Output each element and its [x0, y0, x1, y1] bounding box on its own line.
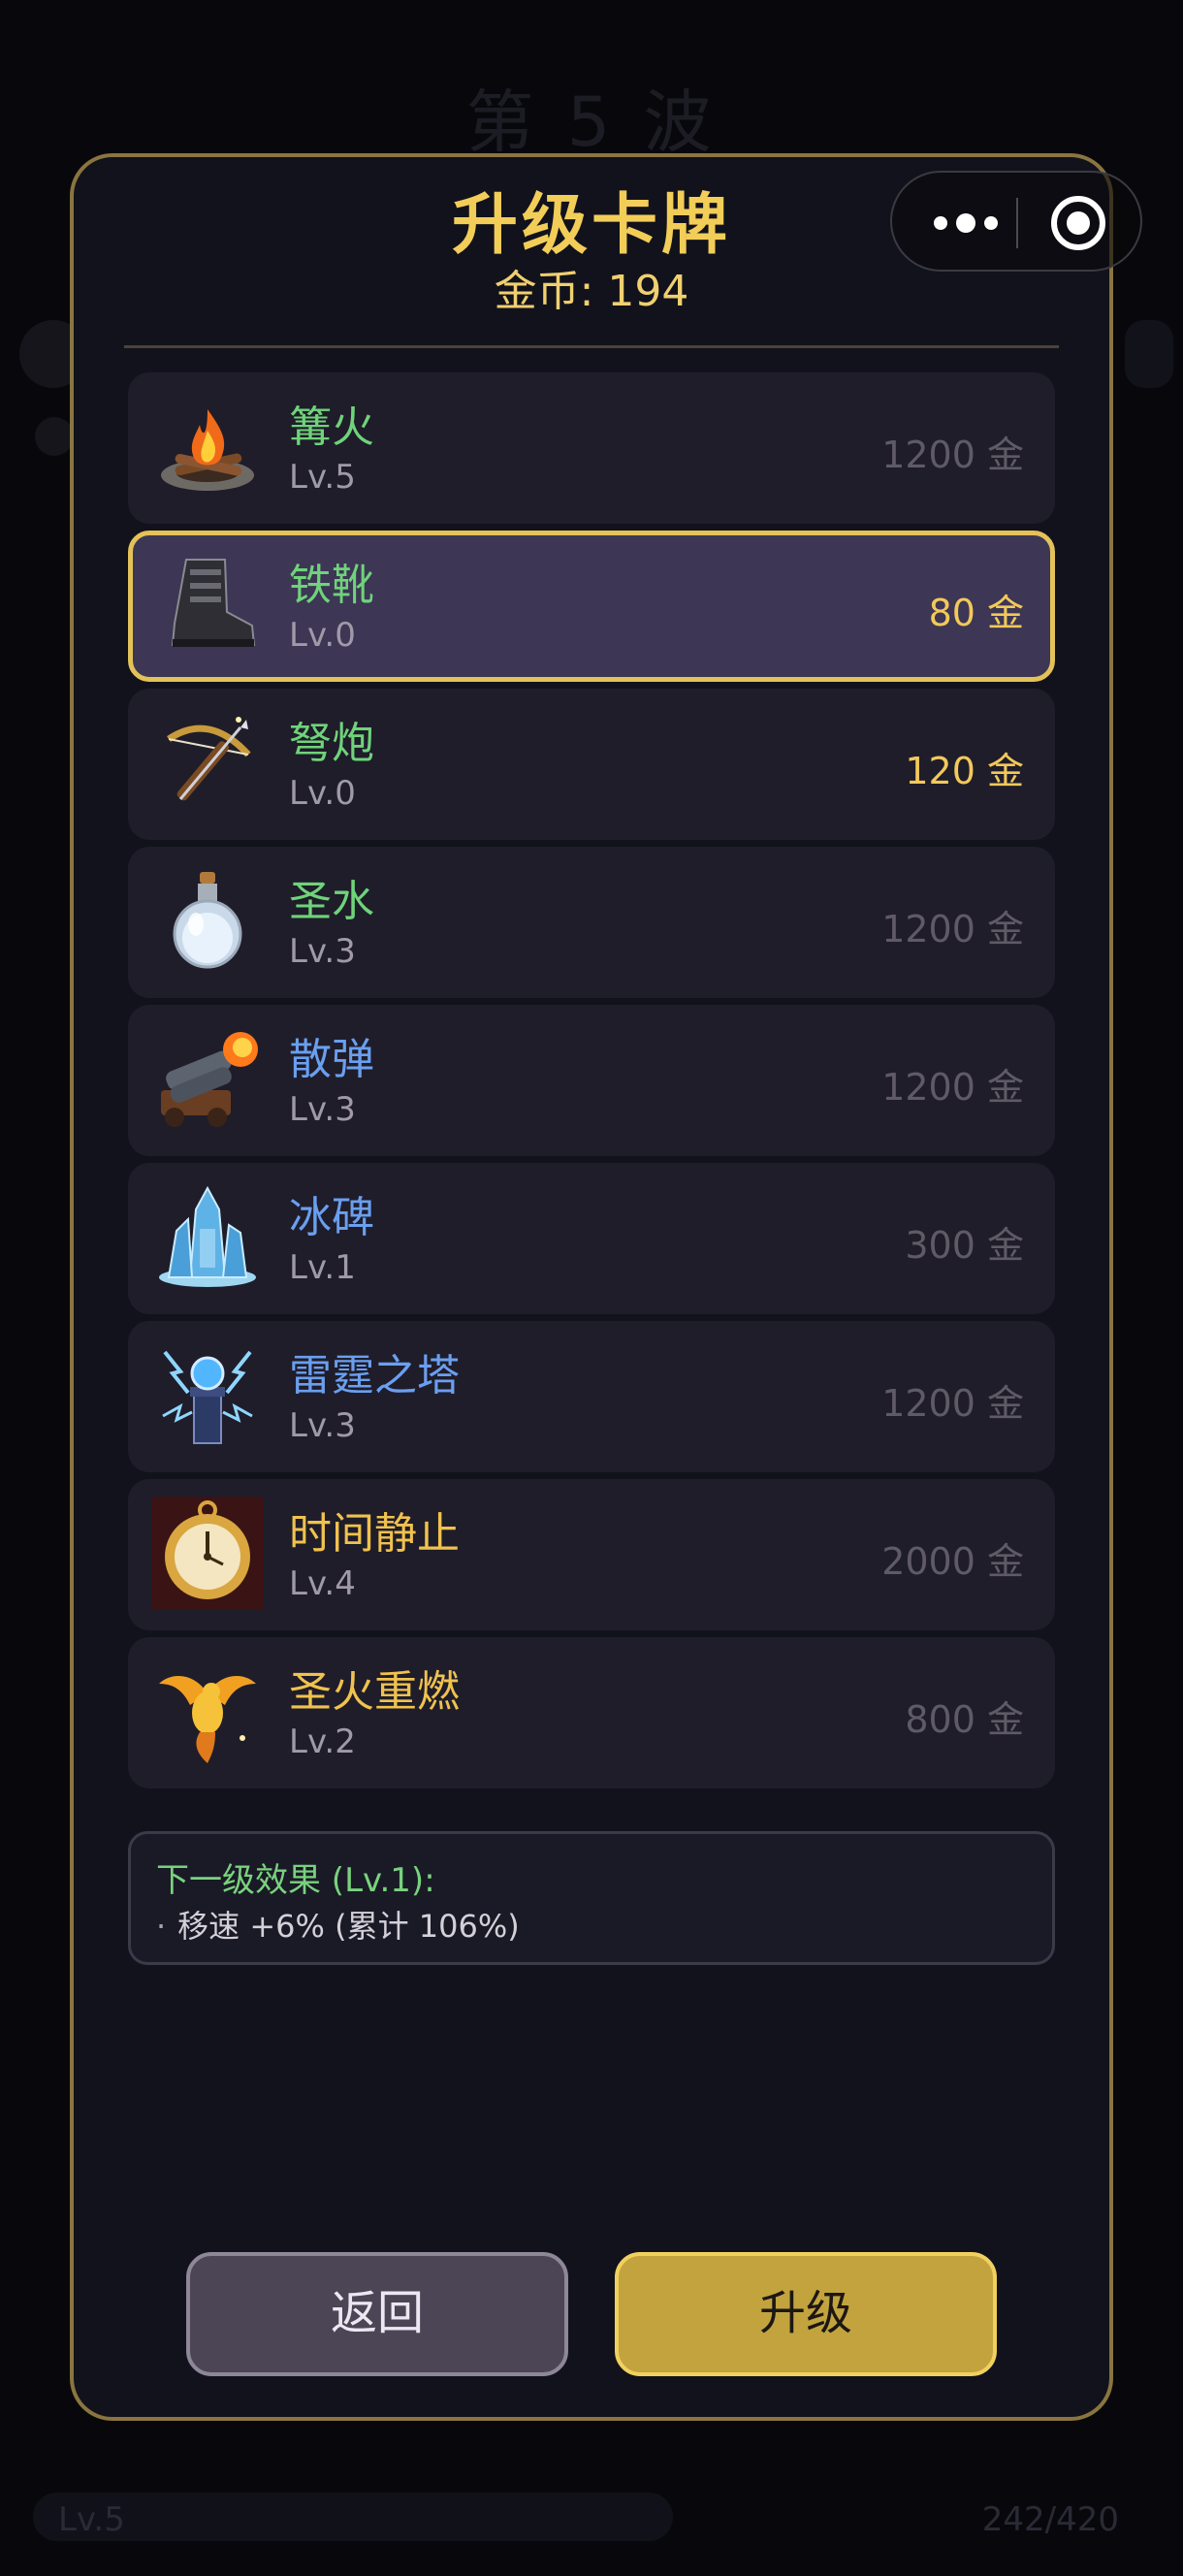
card-level: Lv.0 [289, 616, 356, 655]
upgrade-card[interactable]: 冰碑 Lv.1 300 金 [128, 1163, 1055, 1314]
player-level: Lv.5 [58, 2500, 125, 2539]
capsule-divider [1016, 198, 1018, 248]
xp-bar [33, 2493, 673, 2541]
upgrade-card[interactable]: 时间静止 Lv.4 2000 金 [128, 1479, 1055, 1630]
upgrade-card[interactable]: 铁靴 Lv.0 80 金 [128, 531, 1055, 682]
card-name: 铁靴 [289, 561, 374, 610]
upgrade-card[interactable]: 圣火重燃 Lv.2 800 金 [128, 1637, 1055, 1788]
card-price: 1200 金 [881, 1066, 1024, 1109]
card-price: 1200 金 [881, 434, 1024, 476]
card-price: 1200 金 [881, 908, 1024, 950]
iron-boots-icon [151, 548, 264, 660]
pocket-watch-icon [151, 1497, 264, 1609]
campfire-icon [151, 390, 264, 502]
coin-value: 194 [607, 267, 689, 316]
effect-text: 移速 +6% (累计 106%) [177, 1908, 520, 1945]
card-name: 圣水 [289, 877, 374, 926]
holy-water-icon [151, 864, 264, 977]
effect-title: 下一级效果 (Lv.1): [156, 1861, 435, 1900]
card-level: Lv.5 [289, 458, 356, 497]
ice-monument-icon [151, 1180, 264, 1293]
upgrade-card[interactable]: 散弹 Lv.3 1200 金 [128, 1005, 1055, 1156]
card-price: 300 金 [905, 1224, 1024, 1267]
card-name: 冰碑 [289, 1193, 374, 1242]
card-price: 800 金 [905, 1698, 1024, 1741]
card-level: Lv.2 [289, 1723, 356, 1761]
upgrade-card[interactable]: 雷霆之塔 Lv.3 1200 金 [128, 1321, 1055, 1472]
card-name: 时间静止 [289, 1509, 460, 1559]
xp-text: 242/420 [981, 2500, 1119, 2539]
card-level: Lv.0 [289, 774, 356, 813]
close-miniprogram-icon[interactable] [1049, 194, 1107, 252]
card-price: 80 金 [928, 592, 1024, 634]
card-price: 2000 金 [881, 1540, 1024, 1583]
effect-line: · 移速 +6% (累计 106%) [156, 1902, 520, 1947]
back-button[interactable]: 返回 [186, 2252, 568, 2376]
card-name: 圣火重燃 [289, 1667, 460, 1717]
miniprogram-capsule [890, 171, 1142, 272]
coin-label: 金币: [494, 267, 594, 316]
card-name: 弩炮 [289, 719, 374, 768]
background-badge [35, 417, 74, 456]
cannon-icon [151, 1022, 264, 1135]
card-level: Lv.3 [289, 1090, 356, 1129]
card-level: Lv.4 [289, 1564, 356, 1603]
more-icon[interactable] [927, 196, 1005, 250]
upgrade-card[interactable]: 圣水 Lv.3 1200 金 [128, 847, 1055, 998]
phoenix-icon [151, 1655, 264, 1767]
title-divider [124, 345, 1059, 348]
bullet-dot: · [156, 1908, 167, 1945]
card-level: Lv.1 [289, 1248, 356, 1287]
thunder-tower-icon [151, 1338, 264, 1451]
background-side-panel [1125, 320, 1173, 388]
upgrade-card-dialog: 升级卡牌 金币: 194 篝火 Lv.5 1200 金铁靴 Lv.0 80 金弩炮 Lv.… [70, 153, 1113, 2421]
upgrade-card[interactable]: 篝火 Lv.5 1200 金 [128, 372, 1055, 524]
crossbow-icon [151, 706, 264, 819]
next-level-effect-panel: 下一级效果 (Lv.1): · 移速 +6% (累计 106%) [128, 1831, 1055, 1965]
card-name: 雷霆之塔 [289, 1351, 460, 1401]
card-name: 篝火 [289, 402, 374, 452]
card-price: 120 金 [905, 750, 1024, 792]
upgrade-card[interactable]: 弩炮 Lv.0 120 金 [128, 689, 1055, 840]
upgrade-button[interactable]: 升级 [615, 2252, 997, 2376]
wave-label: 第 5 波 [465, 82, 718, 162]
card-name: 散弹 [289, 1035, 374, 1084]
card-level: Lv.3 [289, 1406, 356, 1445]
card-level: Lv.3 [289, 932, 356, 971]
card-price: 1200 金 [881, 1382, 1024, 1425]
